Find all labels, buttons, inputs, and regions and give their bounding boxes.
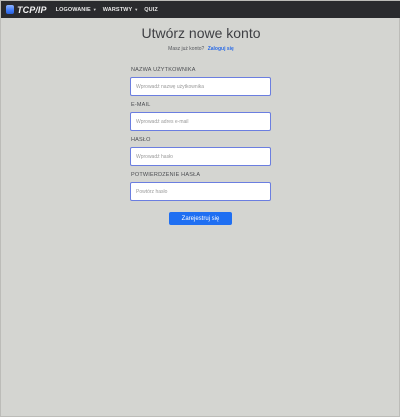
nav-item-label: WARSTWY (102, 6, 133, 13)
email-label: E-MAIL (131, 102, 151, 108)
nav-item-label: QUIZ (144, 6, 158, 13)
brand-name: TCP/IP (17, 4, 47, 15)
page: TCP/IP LOGOWANIE ▼ WARSTWY ▼ QUIZ Utwórz… (0, 0, 400, 417)
nav-item-label: LOGOWANIE (55, 6, 91, 13)
login-prompt-text: Masz już konto? (168, 46, 205, 52)
username-input[interactable] (130, 77, 271, 96)
register-button[interactable]: Zarejestruj się (169, 212, 232, 225)
nav-item-warstwy[interactable]: WARSTWY ▼ (103, 7, 138, 13)
caret-down-icon: ▼ (134, 7, 139, 12)
password-label: HASŁO (131, 137, 151, 143)
username-label: NAZWA UŻYTKOWNIKA (131, 67, 196, 73)
page-title: Utwórz nowe konto (141, 25, 261, 41)
database-icon (6, 5, 14, 14)
email-input[interactable] (130, 112, 271, 131)
nav-item-logowanie[interactable]: LOGOWANIE ▼ (56, 7, 97, 13)
top-navbar: TCP/IP LOGOWANIE ▼ WARSTWY ▼ QUIZ (1, 1, 400, 18)
nav-item-quiz[interactable]: QUIZ (144, 7, 158, 13)
password-confirm-input[interactable] (130, 182, 271, 201)
login-link[interactable]: Zaloguj się (208, 46, 234, 52)
brand[interactable]: TCP/IP (6, 5, 47, 15)
caret-down-icon: ▼ (92, 7, 97, 12)
password-input[interactable] (130, 147, 271, 166)
login-prompt: Masz już konto? Zaloguj się (1, 46, 400, 52)
password-confirm-label: POTWIERDZENIE HASŁA (131, 172, 201, 178)
